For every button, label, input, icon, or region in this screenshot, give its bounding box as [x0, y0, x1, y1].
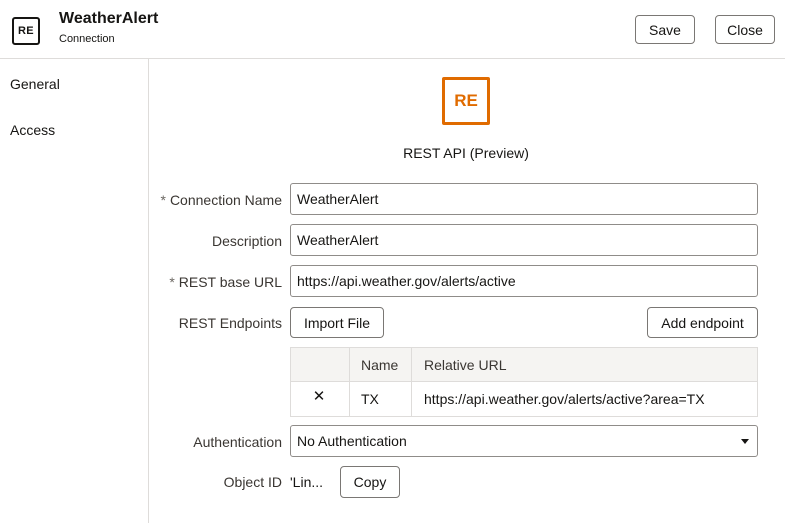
add-endpoint-button[interactable]: Add endpoint [647, 307, 758, 338]
description-input[interactable] [297, 232, 751, 248]
object-id-label: Object ID [223, 474, 282, 490]
connection-name-label: * Connection Name [160, 192, 282, 208]
description-field[interactable] [290, 224, 758, 256]
base-url-label: * REST base URL [169, 274, 282, 290]
authentication-select[interactable]: No Authentication [290, 425, 758, 457]
rest-api-logo: RE [442, 77, 490, 125]
sidebar: General Access [0, 59, 149, 523]
endpoint-name: TX [361, 391, 379, 407]
column-divider [349, 348, 350, 416]
copy-button[interactable]: Copy [340, 466, 400, 498]
close-button[interactable]: Close [715, 15, 775, 44]
connection-name-input[interactable] [297, 191, 751, 207]
connector-type-caption: REST API (Preview) [403, 145, 529, 161]
connection-name-field[interactable] [290, 183, 758, 215]
required-marker: * [160, 192, 166, 208]
endpoint-relative-url: https://api.weather.gov/alerts/active?ar… [424, 391, 705, 407]
required-marker: * [169, 274, 175, 290]
page-subtitle: Connection [59, 33, 115, 45]
endpoints-label: REST Endpoints [178, 315, 282, 331]
page-title: WeatherAlert [59, 10, 159, 27]
object-id-value: 'Lin... [290, 474, 324, 490]
sidebar-item-general[interactable]: General [10, 76, 60, 92]
base-url-input[interactable] [297, 273, 751, 289]
column-divider [411, 348, 412, 416]
close-icon[interactable]: ✕ [311, 388, 327, 405]
base-url-field[interactable] [290, 265, 758, 297]
sidebar-item-access[interactable]: Access [10, 122, 55, 138]
header: RE WeatherAlert Connection Save Close [0, 0, 785, 59]
connection-type-icon: RE [12, 17, 40, 45]
save-button[interactable]: Save [635, 15, 695, 44]
description-label: Description [211, 233, 282, 249]
caret-down-icon [741, 439, 749, 444]
authentication-value: No Authentication [297, 433, 407, 449]
column-header-relative-url: Relative URL [424, 357, 507, 373]
import-file-button[interactable]: Import File [290, 307, 384, 338]
endpoints-table: Name Relative URL ✕ TX https://api.weath… [290, 347, 758, 417]
authentication-label: Authentication [193, 434, 282, 450]
column-header-name: Name [361, 357, 399, 373]
